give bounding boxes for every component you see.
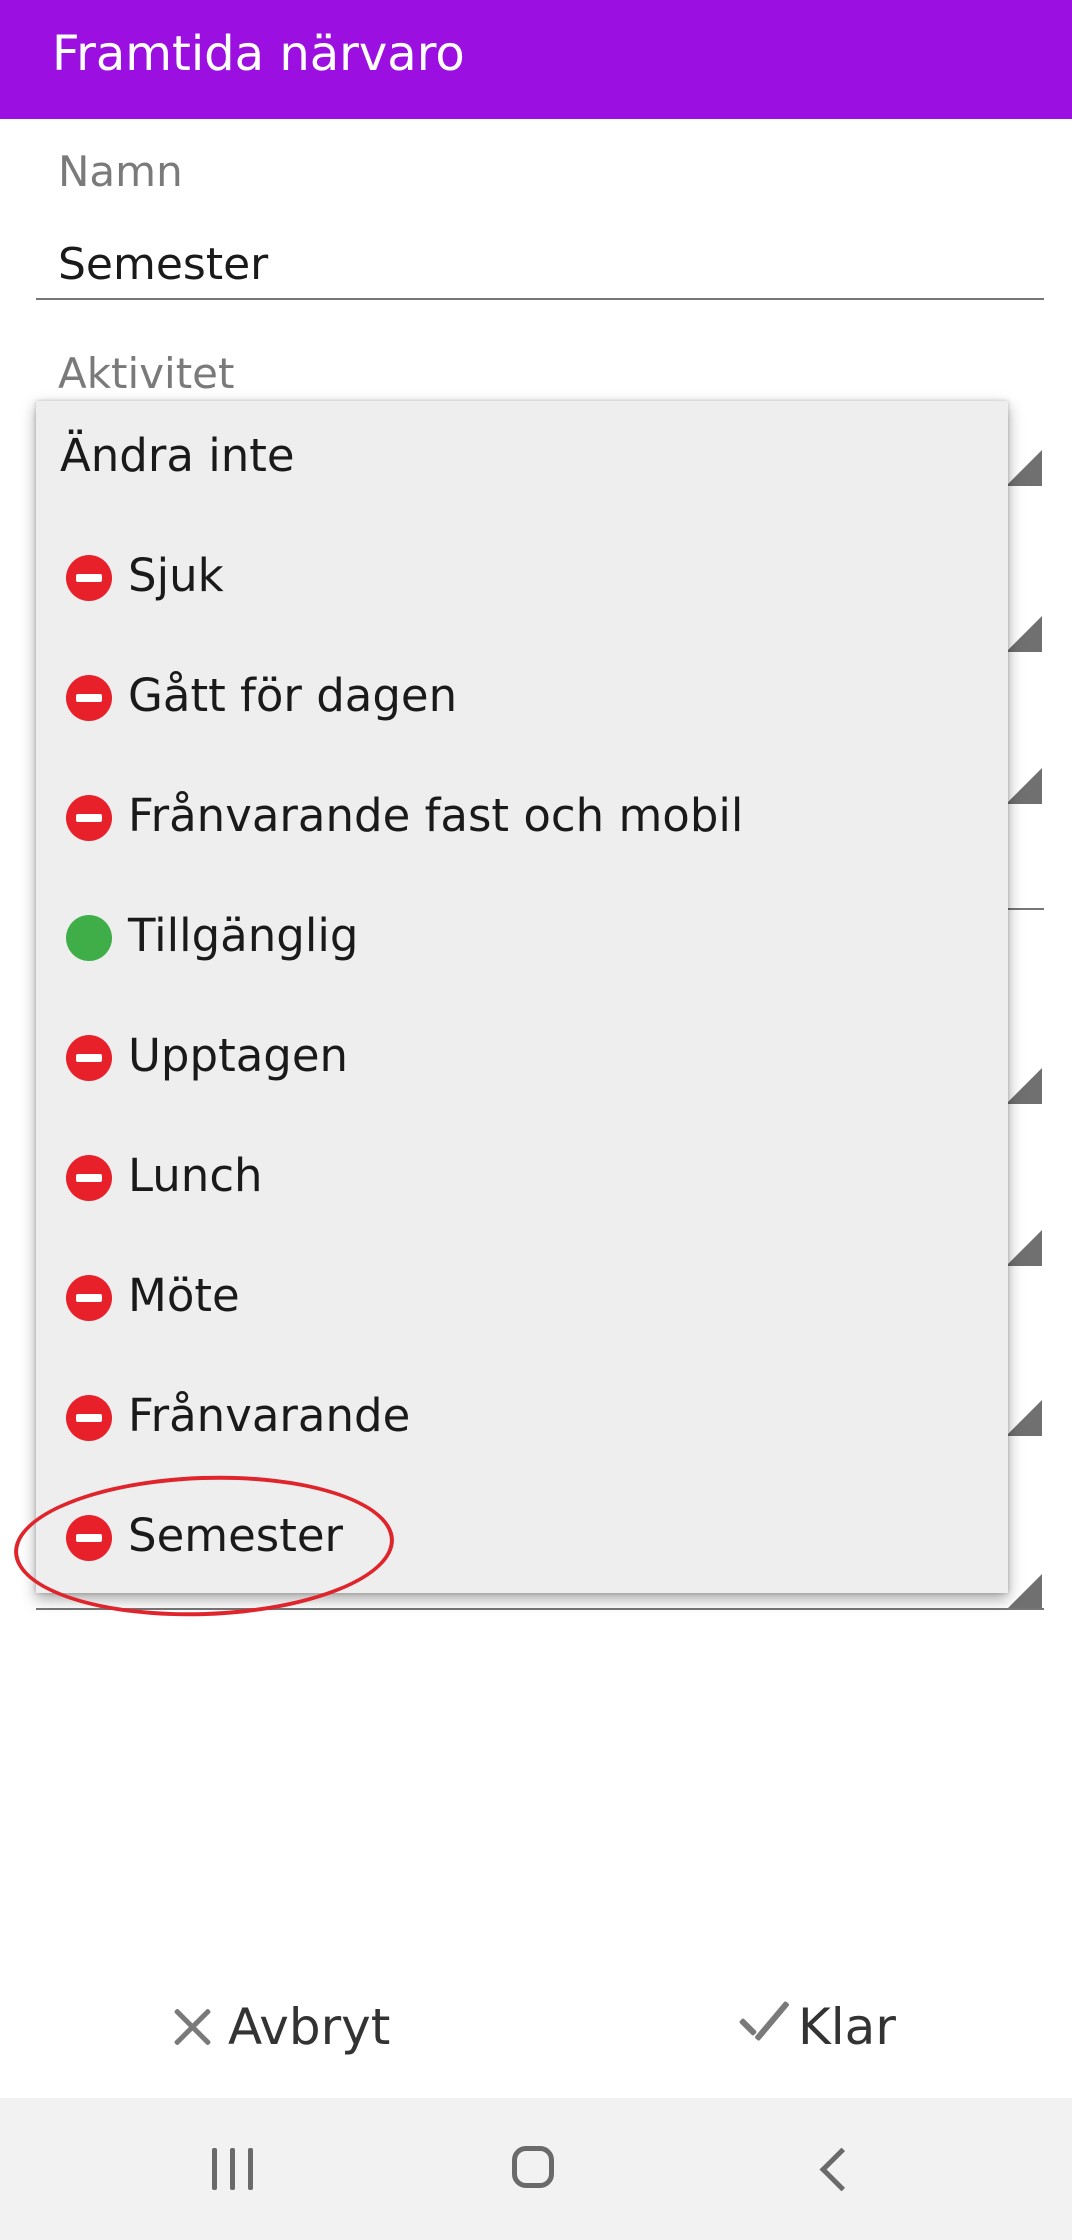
dropdown-item-andra-inte[interactable]: Ändra inte [36,401,1008,521]
dropdown-item-label: Frånvarande fast och mobil [128,789,744,842]
dropdown-item-label: Tillgänglig [128,909,359,962]
done-button[interactable]: Klar [732,1992,896,2062]
dropdown-item-lunch[interactable]: Lunch [36,1115,1008,1235]
dropdown-item-franvarande[interactable]: Frånvarande [36,1355,1008,1475]
close-icon [170,2005,214,2049]
cancel-button[interactable]: Avbryt [170,1992,390,2062]
dropdown-item-label: Lunch [128,1149,263,1202]
available-status-icon [66,915,112,961]
spinner-arrow-icon[interactable] [1006,616,1042,652]
spinner-arrow-icon[interactable] [1006,450,1042,486]
busy-status-icon [66,675,112,721]
activity-label: Aktivitet [58,349,235,398]
name-label: Namn [58,147,183,196]
dropdown-item-upptagen[interactable]: Upptagen [36,995,1008,1115]
spinner-arrow-icon[interactable] [1006,1574,1042,1610]
page-title: Framtida närvaro [52,26,465,82]
dropdown-item-sjuk[interactable]: Sjuk [36,515,1008,635]
dropdown-item-label: Möte [128,1269,240,1322]
dropdown-item-mote[interactable]: Möte [36,1235,1008,1355]
spinner-arrow-icon[interactable] [1006,1400,1042,1436]
busy-status-icon [66,1155,112,1201]
recent-apps-icon[interactable] [188,2128,278,2208]
busy-status-icon [66,795,112,841]
dropdown-item-gatt-for-dagen[interactable]: Gått för dagen [36,635,1008,755]
spinner-arrow-icon[interactable] [1006,1068,1042,1104]
activity-dropdown-list: Ändra inte Sjuk Gått för dagen Frånvaran… [36,401,1008,1593]
spinner-arrow-icon[interactable] [1006,768,1042,804]
name-field[interactable]: Semester [58,238,268,292]
dropdown-item-label: Upptagen [128,1029,349,1082]
name-field-underline [36,298,1044,300]
cancel-button-label: Avbryt [228,1998,391,2056]
spinner-arrow-icon[interactable] [1006,1230,1042,1266]
system-navigation-bar [0,2098,1072,2240]
app-bar: Framtida närvaro [0,0,1072,119]
busy-status-icon [66,1395,112,1441]
dropdown-item-label: Sjuk [128,549,224,602]
done-button-label: Klar [798,1998,896,2056]
field-underline [1008,908,1044,910]
busy-status-icon [66,1035,112,1081]
check-icon [732,2002,792,2052]
dropdown-item-label: Gått för dagen [128,669,458,722]
dropdown-item-label: Ändra inte [60,429,295,482]
dropdown-item-franvarande-fast-och-mobil[interactable]: Frånvarande fast och mobil [36,755,1008,875]
busy-status-icon [66,1275,112,1321]
home-icon[interactable] [490,2128,580,2208]
dropdown-item-label: Frånvarande [128,1389,411,1442]
back-icon[interactable] [792,2128,882,2208]
busy-status-icon [66,555,112,601]
dropdown-item-tillganglig[interactable]: Tillgänglig [36,875,1008,995]
